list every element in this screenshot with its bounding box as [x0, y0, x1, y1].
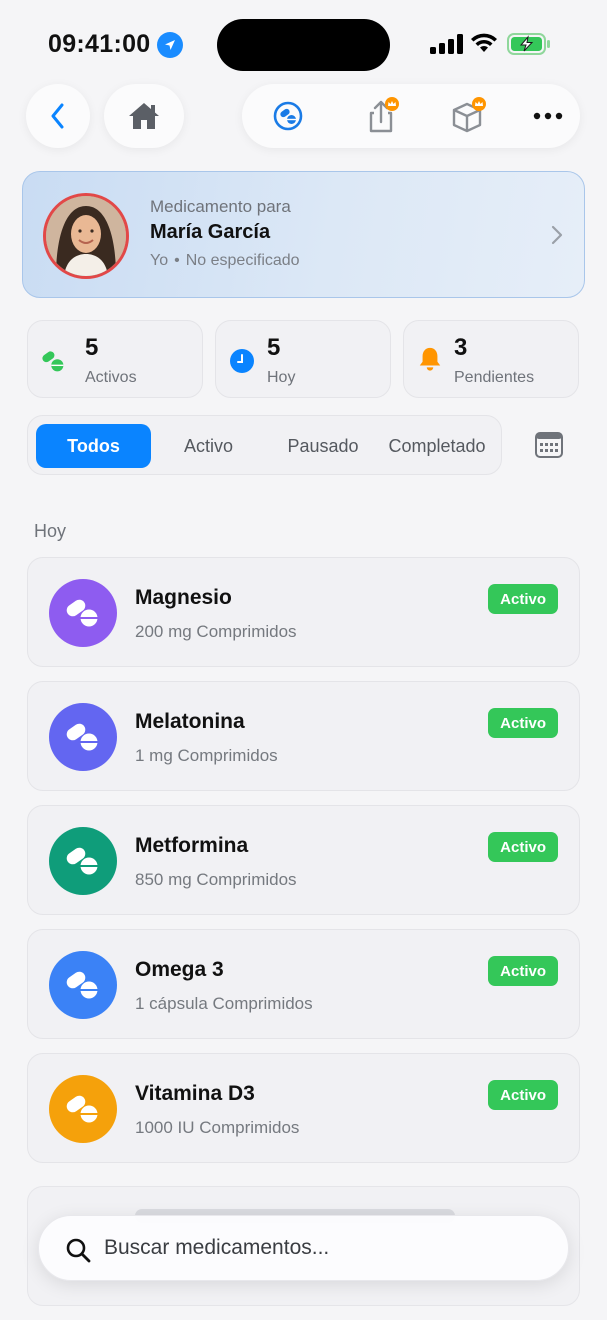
med-dose: 200 mg Comprimidos [135, 622, 297, 641]
med-dose: 1 mg Comprimidos [135, 746, 278, 765]
battery-charging-icon [507, 33, 550, 55]
pills-circle-icon [273, 101, 303, 131]
filter-activo[interactable]: Activo [151, 424, 266, 468]
status-badge: Activo [488, 832, 558, 862]
filter-completado[interactable]: Completado [380, 424, 494, 468]
avatar [43, 193, 129, 279]
med-dose: 1 cápsula Comprimidos [135, 994, 313, 1013]
status-badge: Activo [488, 956, 558, 986]
search-bar[interactable]: Buscar medicamentos... [38, 1215, 569, 1281]
status-badge: Activo [488, 1080, 558, 1110]
med-card[interactable]: Melatonina 1 mg Comprimidos Activo [27, 681, 580, 791]
medications-view-button[interactable] [258, 84, 318, 148]
bell-icon [419, 347, 441, 371]
patient-name: María García [150, 221, 271, 243]
meta-separator: • [174, 252, 180, 269]
patient-label: Medicamento para [150, 197, 291, 216]
status-filter: Todos Activo Pausado Completado [27, 415, 502, 475]
toolbar [242, 84, 580, 148]
stat-pendientes[interactable]: 3 Pendientes [403, 320, 579, 398]
pills-icon [49, 951, 117, 1019]
search-input[interactable]: Buscar medicamentos... [104, 1236, 329, 1260]
status-badge: Activo [488, 584, 558, 614]
med-name: Melatonina [135, 710, 245, 733]
search-icon [66, 1238, 91, 1263]
share-button[interactable] [352, 84, 412, 148]
stat-value: 3 [454, 334, 468, 361]
home-button[interactable] [104, 84, 184, 148]
more-button[interactable] [518, 84, 578, 148]
clock-icon [230, 349, 254, 373]
med-card[interactable]: Omega 3 1 cápsula Comprimidos Activo [27, 929, 580, 1039]
cellular-signal-icon [430, 34, 463, 54]
stat-label: Activos [85, 369, 137, 386]
med-card[interactable]: Magnesio 200 mg Comprimidos Activo [27, 557, 580, 667]
med-name: Omega 3 [135, 958, 224, 981]
package-button[interactable] [438, 84, 498, 148]
med-name: Magnesio [135, 586, 232, 609]
patient-relation: Yo [150, 252, 169, 269]
section-title: Hoy [34, 521, 67, 541]
chevron-left-icon [51, 103, 64, 129]
stat-hoy[interactable]: 5 Hoy [215, 320, 391, 398]
status-badge: Activo [488, 708, 558, 738]
stat-label: Hoy [267, 369, 296, 386]
chevron-right-icon [551, 225, 563, 245]
med-dose: 1000 IU Comprimidos [135, 1118, 300, 1137]
pills-icon [42, 351, 64, 372]
patient-detail: No especificado [185, 252, 300, 269]
med-dose: 850 mg Comprimidos [135, 870, 297, 889]
med-card[interactable]: Metformina 850 mg Comprimidos Activo [27, 805, 580, 915]
location-arrow-icon [157, 32, 183, 58]
stat-label: Pendientes [454, 369, 535, 386]
stat-value: 5 [267, 334, 281, 361]
patient-meta: Yo • No especificado [150, 252, 300, 270]
more-icon [533, 112, 563, 120]
back-button[interactable] [26, 84, 90, 148]
box-icon [452, 97, 486, 133]
home-icon [129, 103, 159, 129]
pills-icon [49, 827, 117, 895]
status-time: 09:41:00 [48, 30, 151, 58]
pills-icon [49, 579, 117, 647]
filter-pausado[interactable]: Pausado [266, 424, 380, 468]
med-name: Vitamina D3 [135, 1082, 255, 1105]
dynamic-island [217, 19, 390, 71]
status-bar: 09:41:00 [0, 0, 607, 90]
calendar-icon[interactable] [529, 427, 569, 463]
stat-activos[interactable]: 5 Activos [27, 320, 203, 398]
med-name: Metformina [135, 834, 249, 857]
share-icon [369, 97, 399, 133]
pills-icon [49, 703, 117, 771]
wifi-icon [471, 33, 497, 52]
filter-todos[interactable]: Todos [36, 424, 151, 468]
stat-value: 5 [85, 334, 99, 361]
med-card[interactable]: Vitamina D3 1000 IU Comprimidos Activo [27, 1053, 580, 1163]
pills-icon [49, 1075, 117, 1143]
patient-card[interactable]: Medicamento para María García Yo • No espe… [22, 171, 585, 298]
